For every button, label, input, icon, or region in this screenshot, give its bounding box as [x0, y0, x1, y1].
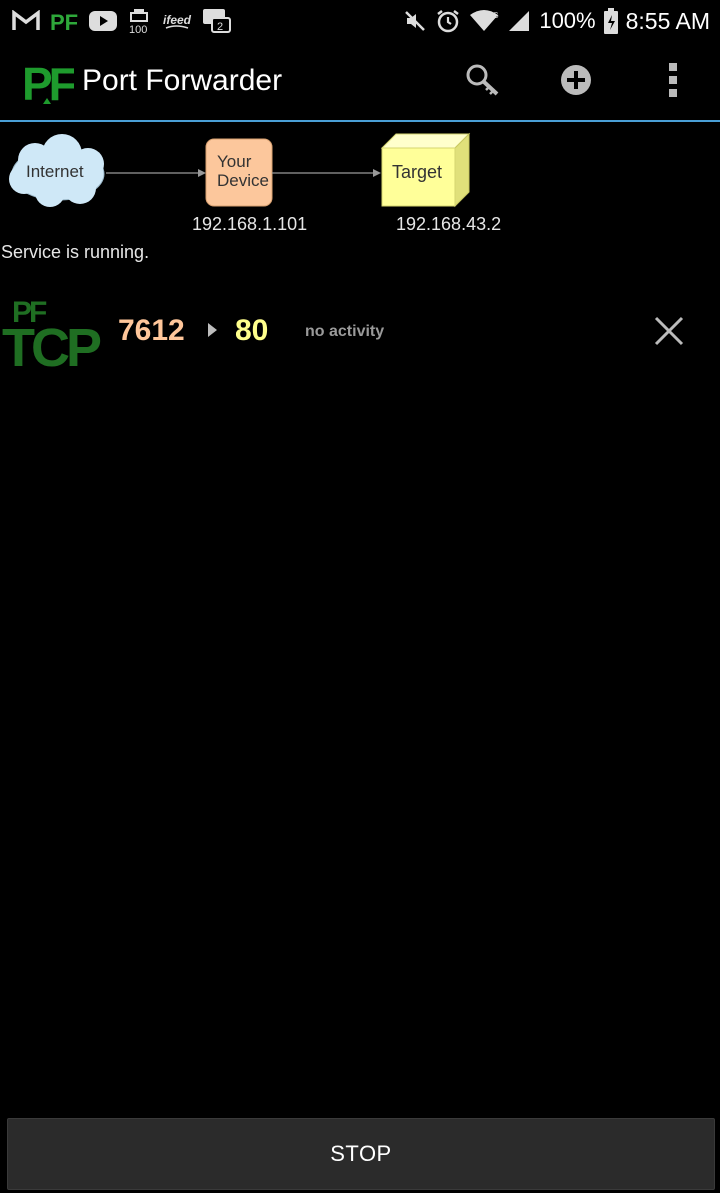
portforwarder-notify-icon: PF [50, 9, 78, 33]
device-ip: 192.168.1.101 [192, 214, 308, 234]
app-title: Port Forwarder [82, 64, 283, 97]
ifeed-icon: ifeed [162, 10, 192, 32]
remove-rule-button[interactable] [648, 310, 690, 352]
svg-text:ifeed: ifeed [163, 13, 192, 27]
network-diagram: Internet Your Device Target 192.168.1.10… [0, 124, 720, 244]
add-rule-button[interactable] [554, 60, 598, 104]
key-search-button[interactable] [460, 60, 504, 104]
mute-icon [403, 9, 427, 33]
battery-100-icon: 100 [128, 8, 152, 34]
overflow-menu-button[interactable] [651, 60, 695, 104]
list-item[interactable]: PF TCP 7612 80 no activity [0, 290, 720, 378]
stop-button[interactable]: STOP [7, 1118, 715, 1190]
signal-icon [507, 9, 531, 33]
svg-text:4G: 4G [488, 11, 499, 20]
svg-text:PF: PF [22, 58, 74, 106]
action-bar-divider [0, 120, 720, 122]
alarm-icon [435, 8, 461, 34]
wifi-icon: 4G [469, 9, 499, 33]
source-port: 7612 [118, 314, 185, 347]
target-port: 80 [235, 314, 269, 347]
device-label: Your Device [217, 152, 269, 190]
overflow-menu-icon [667, 62, 679, 103]
close-icon [648, 316, 690, 356]
chat-icon: 2 [202, 8, 232, 34]
battery-icon [603, 8, 618, 34]
battery-percent: 100% [539, 8, 596, 33]
tcp-protocol-icon: PF TCP [2, 292, 105, 378]
clock: 8:55 AM [625, 7, 710, 34]
action-bar: PF Port Forwarder [0, 42, 720, 120]
forward-arrow-icon [208, 323, 217, 337]
activity-status: no activity [305, 323, 385, 340]
target-ip: 192.168.43.2 [396, 214, 502, 234]
youtube-icon [88, 10, 118, 32]
target-label: Target [392, 162, 443, 182]
gmail-icon [12, 10, 40, 32]
svg-text:PF: PF [50, 10, 78, 33]
svg-text:2: 2 [217, 21, 223, 33]
svg-text:100: 100 [129, 24, 147, 34]
status-bar: PF 100 ifeed 2 4G 100% 8:55 AM [0, 0, 720, 42]
service-status: Service is running. [1, 242, 150, 262]
svg-text:TCP: TCP [2, 318, 101, 372]
app-logo: PF [22, 58, 80, 110]
internet-label: Internet [26, 162, 84, 181]
key-search-icon [464, 62, 500, 103]
add-icon [558, 62, 594, 103]
device-label-line2: Device [217, 171, 269, 190]
device-label-line1: Your [217, 152, 252, 171]
